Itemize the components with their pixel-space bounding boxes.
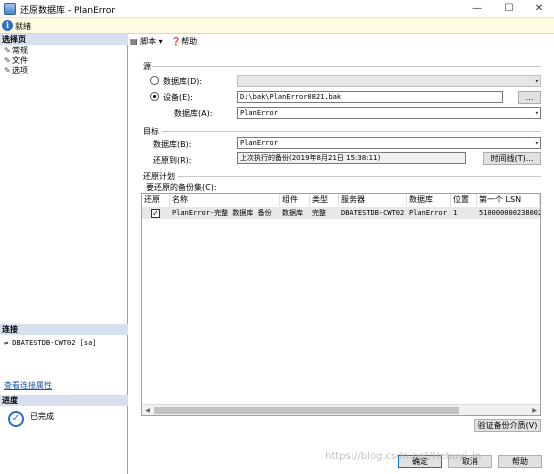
page-item-options[interactable]: ✎选项 (4, 66, 28, 76)
backup-sets-grid: 还原 名称 组件 类型 服务器 数据库 位置 第一个 LSN ✓ PlanErr… (141, 193, 541, 416)
column-header-component[interactable]: 组件 (280, 194, 310, 206)
help-icon: ❓ (171, 37, 182, 46)
column-header-database[interactable]: 数据库 (407, 194, 451, 206)
scrollbar-thumb[interactable] (154, 407, 459, 414)
column-header-first-lsn[interactable]: 第一个 LSN (477, 194, 540, 206)
help-button[interactable]: ❓帮助 (171, 36, 197, 47)
completed-check-icon: ✓ (8, 411, 24, 427)
cell-component: 数据库 (282, 209, 303, 217)
scroll-right-icon[interactable]: ▶ (529, 405, 540, 415)
chevron-down-icon: ▾ (158, 37, 163, 46)
column-header-type[interactable]: 类型 (310, 194, 339, 206)
progress-text: 已完成 (30, 412, 54, 421)
cell-position: 1 (453, 209, 458, 217)
page-item-general[interactable]: ✎常规 (4, 46, 28, 56)
backup-sets-label: 要还原的备份集(C): (146, 183, 217, 192)
restore-to-field: 上次执行的备份(2019年8月21日 15:38:11) (237, 152, 466, 164)
cell-first-lsn: 51000000023800240 (479, 209, 540, 217)
connection-server: ⇌ DBATESTDB-CWT02 [sa] (4, 339, 97, 347)
toolbar: ▤ 脚本 ▾ ❓帮助 (130, 36, 203, 50)
page-item-files[interactable]: ✎文件 (4, 56, 28, 66)
restore-checkbox[interactable]: ✓ (151, 209, 160, 218)
target-divider (162, 131, 541, 132)
column-header-position[interactable]: 位置 (451, 194, 477, 206)
restore-plan-section-label: 还原计划 (143, 172, 175, 181)
source-backup-database-dropdown[interactable]: PlanError ▾ (237, 107, 541, 119)
database-radio[interactable] (150, 76, 159, 85)
horizontal-scrollbar[interactable]: ◀ ▶ (142, 404, 540, 415)
chevron-down-icon: ▾ (534, 139, 539, 147)
timeline-button[interactable]: 时间线(T)... (483, 152, 541, 165)
script-icon: ▤ (130, 37, 138, 46)
progress-header: 进度 (0, 395, 128, 406)
column-header-server[interactable]: 服务器 (339, 194, 407, 206)
cell-database: PlanError (409, 209, 447, 217)
help-footer-button[interactable]: 帮助 (498, 455, 542, 468)
column-header-restore[interactable]: 还原 (142, 194, 170, 206)
chevron-down-icon: ▾ (534, 77, 539, 85)
source-section-label: 源 (143, 62, 151, 71)
device-radio[interactable] (150, 92, 159, 101)
cell-server: DBATESTDB-CWT02 (341, 209, 405, 217)
cell-type: 完整 (312, 209, 326, 217)
title-bar: 还原数据库 - PlanError — ☐ ✕ (0, 0, 554, 18)
select-page-header: 选择页 (0, 34, 128, 45)
restore-plan-divider (178, 176, 541, 177)
script-button[interactable]: ▤ 脚本 ▾ (130, 36, 163, 47)
browse-button[interactable]: ... (518, 91, 541, 104)
server-connection-icon: ⇌ (4, 339, 9, 347)
verify-backup-media-button[interactable]: 验证备份介质(V) (474, 419, 541, 432)
watermark: https://blog.csdn.net/Hehuyi_In (325, 451, 482, 462)
target-section-label: 目标 (143, 127, 159, 136)
maximize-button[interactable]: ☐ (494, 0, 524, 18)
cell-name: PlanError-完整 数据库 备份 (172, 209, 272, 217)
info-icon: i (2, 20, 13, 31)
wrench-icon: ✎ (4, 56, 11, 65)
wrench-icon: ✎ (4, 66, 11, 75)
device-path-field[interactable]: D:\bak\PlanError0821.bak (237, 91, 503, 103)
source-database-dropdown: ▾ (237, 75, 541, 87)
target-database-dropdown[interactable]: PlanError ▾ (237, 137, 541, 149)
status-bar: i 就绪 (0, 18, 554, 34)
target-database-label: 数据库(B): (153, 140, 192, 149)
source-divider (152, 66, 541, 67)
chevron-down-icon: ▾ (534, 109, 539, 117)
source-database-label: 数据库(A): (174, 109, 213, 118)
database-restore-icon (4, 3, 16, 15)
database-radio-label: 数据库(D): (163, 77, 203, 86)
column-header-name[interactable]: 名称 (170, 194, 280, 206)
view-connection-properties-link[interactable]: 查看连接属性 (4, 381, 52, 391)
minimize-button[interactable]: — (462, 0, 492, 18)
connection-header: 连接 (0, 324, 128, 335)
status-text: 就绪 (15, 22, 31, 31)
scroll-left-icon[interactable]: ◀ (142, 405, 153, 415)
window-title: 还原数据库 - PlanError (20, 6, 116, 16)
left-pane: 选择页 ✎常规 ✎文件 ✎选项 连接 ⇌ DBATESTDB-CWT02 [sa]… (0, 34, 128, 474)
device-radio-label: 设备(E): (163, 93, 193, 102)
restore-to-label: 还原到(R): (153, 156, 192, 165)
wrench-icon: ✎ (4, 46, 11, 55)
close-button[interactable]: ✕ (524, 0, 554, 18)
